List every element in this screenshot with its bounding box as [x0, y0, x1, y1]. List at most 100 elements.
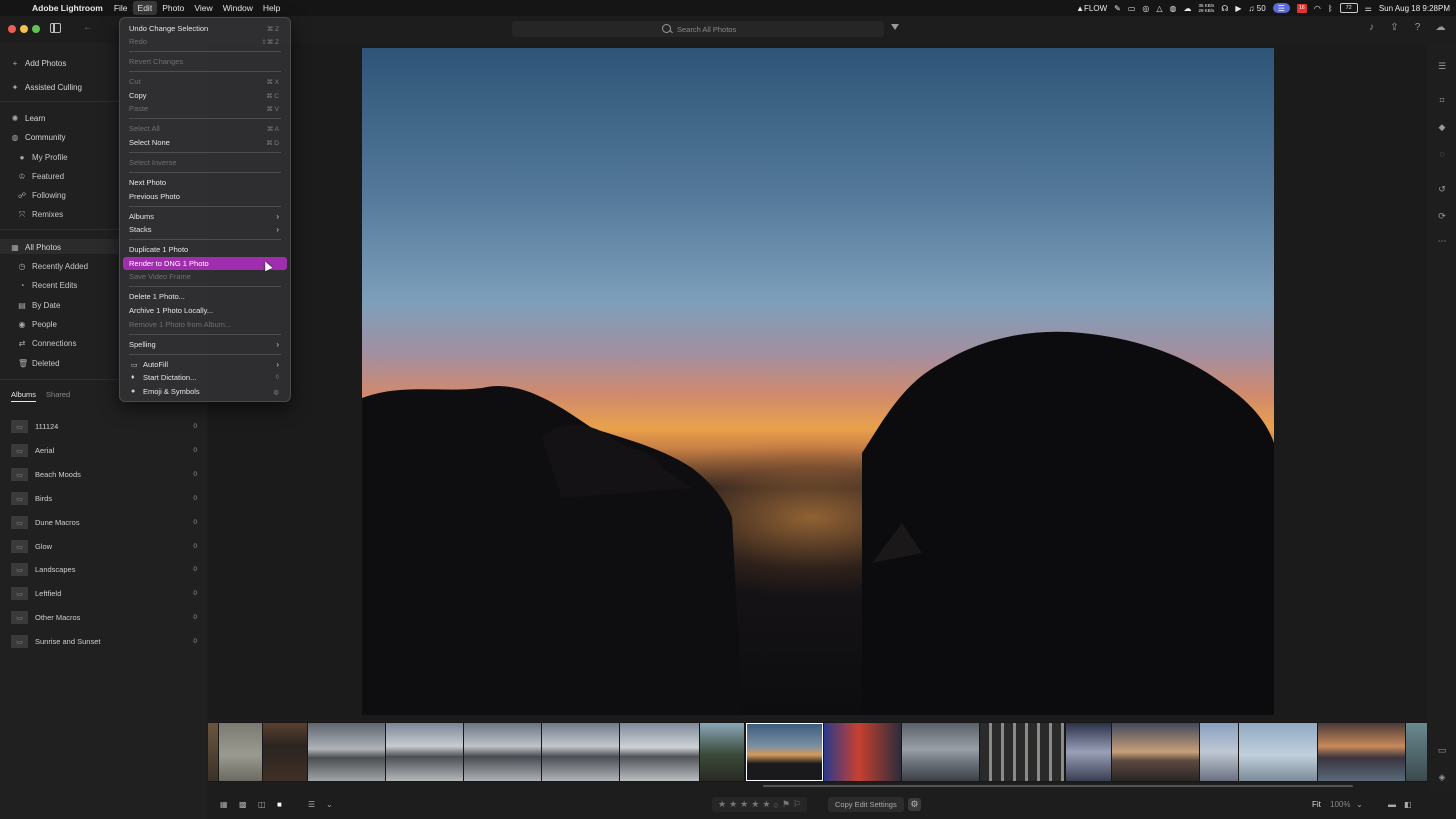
- filmstrip-thumbnail[interactable]: [1200, 723, 1238, 781]
- filmstrip-scrollbar[interactable]: [208, 784, 1427, 788]
- menu-item-start-dictation[interactable]: ♦ Start Dictation... ◊: [123, 371, 287, 384]
- menu-item-archive-photo[interactable]: Archive 1 Photo Locally...: [123, 304, 287, 317]
- volume-indicator[interactable]: ♫ 50: [1249, 4, 1266, 13]
- circle-icon[interactable]: ○: [773, 800, 778, 810]
- filmstrip-thumbnail[interactable]: [902, 723, 979, 781]
- menu-item-albums[interactable]: Albums ›: [123, 210, 287, 223]
- calendar-icon[interactable]: 16: [1296, 3, 1307, 13]
- filmstrip-toggle-icon[interactable]: ▬: [1388, 800, 1398, 809]
- sidebar-item-deleted[interactable]: 🗑 Deleted: [18, 359, 60, 368]
- eraser-icon[interactable]: ◆: [1437, 122, 1447, 132]
- filmstrip-thumbnail[interactable]: [1066, 723, 1111, 781]
- star-icon[interactable]: ★: [729, 799, 737, 810]
- menu-item-copy[interactable]: Copy ⌘ C: [123, 89, 287, 102]
- crop-icon[interactable]: ⌗: [1437, 95, 1447, 105]
- control-pill-icon[interactable]: ☰: [1272, 3, 1290, 13]
- album-item[interactable]: ▭ Glow 0: [11, 539, 197, 554]
- menu-window[interactable]: Window: [218, 1, 258, 15]
- fit-zoom-button[interactable]: Fit: [1312, 800, 1321, 809]
- flow-indicator[interactable]: ▲FLOW: [1076, 4, 1107, 13]
- tag-icon[interactable]: ◈: [1437, 772, 1447, 782]
- album-item[interactable]: ▭ Other Macros 0: [11, 610, 197, 625]
- sidebar-item-community[interactable]: ◍ Community: [11, 133, 66, 142]
- window-minimize-button[interactable]: [20, 25, 28, 33]
- filmstrip-thumbnail[interactable]: [1112, 723, 1199, 781]
- menu-item-duplicate-photo[interactable]: Duplicate 1 Photo: [123, 243, 287, 256]
- scrollbar-thumb[interactable]: [763, 785, 1353, 787]
- album-item[interactable]: ▭ Beach Moods 0: [11, 467, 197, 482]
- filmstrip-thumbnail[interactable]: [308, 723, 385, 781]
- album-item[interactable]: ▭ Sunrise and Sunset 0: [11, 634, 197, 649]
- menu-view[interactable]: View: [189, 1, 217, 15]
- globe-icon[interactable]: ◍: [1170, 4, 1177, 13]
- sidebar-item-featured[interactable]: ♔ Featured: [18, 172, 64, 181]
- app-name-menu[interactable]: Adobe Lightroom: [32, 3, 103, 13]
- filmstrip-thumbnail-selected[interactable]: [746, 723, 823, 781]
- filmstrip-thumbnail[interactable]: [464, 723, 541, 781]
- more-options-icon[interactable]: ⋯: [1437, 236, 1447, 246]
- assisted-culling-button[interactable]: ✦ Assisted Culling: [11, 83, 82, 92]
- filmstrip-thumbnail[interactable]: [700, 723, 744, 781]
- gear-icon[interactable]: ⚙: [908, 798, 921, 811]
- filmstrip-thumbnail[interactable]: [1239, 723, 1317, 781]
- share-icon[interactable]: ⇪: [1389, 22, 1400, 33]
- menu-edit[interactable]: Edit: [132, 1, 158, 15]
- add-photos-button[interactable]: + Add Photos: [11, 59, 67, 68]
- compare-view-icon[interactable]: ◫: [258, 800, 268, 809]
- window-maximize-button[interactable]: [32, 25, 40, 33]
- menu-item-autofill[interactable]: ▭ AutoFill ›: [123, 358, 287, 371]
- back-arrow-icon[interactable]: ←: [83, 22, 93, 33]
- sidebar-item-by-date[interactable]: ▤ By Date: [18, 301, 60, 310]
- album-item[interactable]: ▭ Leftfield 0: [11, 586, 197, 601]
- star-icon[interactable]: ★: [762, 799, 770, 810]
- battery-icon[interactable]: 72: [1339, 3, 1358, 13]
- sidebar-item-connections[interactable]: ⇄ Connections: [18, 339, 77, 348]
- menu-item-previous-photo[interactable]: Previous Photo: [123, 190, 287, 203]
- cloud-sync-icon[interactable]: ☁: [1435, 22, 1446, 33]
- star-icon[interactable]: ★: [740, 799, 748, 810]
- menu-item-spelling[interactable]: Spelling ›: [123, 338, 287, 351]
- sidebar-item-recent-edits[interactable]: ◔ Recent Edits: [18, 281, 78, 290]
- filmstrip-thumbnail[interactable]: [824, 723, 901, 781]
- filmstrip-thumbnail[interactable]: [219, 723, 262, 781]
- target-icon[interactable]: ◎: [1142, 4, 1149, 13]
- headphones-icon[interactable]: ☊: [1221, 4, 1228, 13]
- zoom-level-dropdown[interactable]: 100%: [1330, 800, 1350, 809]
- filmstrip-thumbnail[interactable]: [208, 723, 218, 781]
- filmstrip-thumbnail[interactable]: [542, 723, 619, 781]
- tab-shared[interactable]: Shared: [46, 390, 70, 402]
- square-grid-icon[interactable]: ▩: [239, 800, 249, 809]
- album-item[interactable]: ▭ 111124 0: [11, 419, 197, 434]
- datetime-label[interactable]: Sun Aug 18 9:28PM: [1379, 4, 1450, 13]
- star-rating[interactable]: ★ ★ ★ ★ ★ ○ ⚑ ⚐: [712, 797, 807, 812]
- chevron-down-icon[interactable]: ⌄: [1356, 800, 1366, 809]
- star-icon[interactable]: ★: [751, 799, 759, 810]
- control-center-icon[interactable]: ⚌: [1365, 4, 1372, 13]
- filmstrip-thumbnail[interactable]: [1318, 723, 1405, 781]
- menu-item-delete-photo[interactable]: Delete 1 Photo...: [123, 290, 287, 303]
- sidebar-item-all-photos[interactable]: ▦ All Photos: [11, 243, 61, 252]
- network-speed[interactable]: 35 KB/s 29 KB/s: [1199, 3, 1215, 13]
- menu-photo[interactable]: Photo: [157, 1, 189, 15]
- help-icon[interactable]: ?: [1412, 22, 1423, 33]
- reject-flag-icon[interactable]: ⚐: [793, 799, 801, 810]
- copy-edit-settings-button[interactable]: Copy Edit Settings: [828, 797, 904, 812]
- menu-item-undo[interactable]: Undo Change Selection ⌘ Z: [123, 22, 287, 35]
- filmstrip-thumbnail[interactable]: [263, 723, 307, 781]
- display-icon[interactable]: ▭: [1128, 4, 1136, 13]
- menu-item-stacks[interactable]: Stacks ›: [123, 223, 287, 236]
- comment-icon[interactable]: ▭: [1437, 745, 1447, 755]
- search-input[interactable]: Search All Photos: [512, 21, 884, 37]
- main-photo[interactable]: [362, 48, 1274, 715]
- tab-albums[interactable]: Albums: [11, 390, 37, 402]
- star-icon[interactable]: ★: [718, 799, 726, 810]
- sort-icon[interactable]: ☰: [308, 800, 318, 809]
- menu-file[interactable]: File: [109, 1, 133, 15]
- sidebar-item-recently-added[interactable]: ◷ Recently Added: [18, 262, 89, 271]
- sidebar-item-my-profile[interactable]: ● My Profile: [18, 153, 68, 162]
- album-item[interactable]: ▭ Aerial 0: [11, 443, 197, 458]
- sidebar-item-remixes[interactable]: ⤧ Remixes: [18, 210, 63, 219]
- masking-icon[interactable]: ◌: [1437, 149, 1447, 159]
- history-icon[interactable]: ↺: [1437, 184, 1447, 194]
- album-item[interactable]: ▭ Landscapes 0: [11, 562, 197, 577]
